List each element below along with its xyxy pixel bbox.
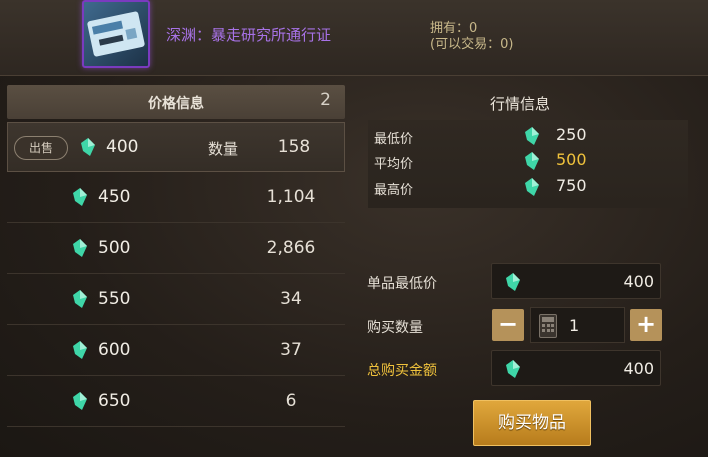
gem-icon xyxy=(73,290,87,308)
price-list-panel: 价格信息 2 出售 400 数量 158 450 1,104 500 2,866… xyxy=(0,80,352,457)
listing-qty: 2,866 xyxy=(266,238,316,258)
min-price-label: 最低价 xyxy=(374,132,414,147)
avg-price-label: 平均价 xyxy=(374,157,414,172)
avg-price-value: 500 xyxy=(556,150,587,169)
gem-icon xyxy=(81,138,95,156)
listing-row[interactable]: 650 6 xyxy=(7,377,345,427)
pass-card-icon xyxy=(82,0,150,68)
quantity-value: 1 xyxy=(569,316,580,335)
listing-price: 550 xyxy=(98,289,131,309)
gem-icon xyxy=(525,127,539,145)
sell-button[interactable]: 出售 xyxy=(14,136,68,160)
buy-item-button[interactable]: 购买物品 xyxy=(473,400,591,446)
listing-qty: 6 xyxy=(285,391,297,411)
auction-window: 深渊：暴走研究所通行证 拥有：0 (可以交易：0) 价格信息 2 出售 400 … xyxy=(0,0,708,457)
unit-price-value: 400 xyxy=(623,272,654,291)
listing-price: 500 xyxy=(98,238,131,258)
listing-price: 600 xyxy=(98,340,131,360)
listing-qty: 37 xyxy=(280,340,302,360)
min-price-value: 250 xyxy=(556,125,587,144)
listing-row[interactable]: 出售 400 数量 158 xyxy=(7,122,345,172)
listing-row[interactable]: 450 1,104 xyxy=(7,173,345,223)
listing-qty: 158 xyxy=(277,137,311,157)
market-info-title: 行情信息 xyxy=(489,95,550,113)
gem-icon xyxy=(73,392,87,410)
increase-qty-button[interactable]: + xyxy=(630,309,662,341)
gem-icon xyxy=(525,178,539,196)
listing-price: 450 xyxy=(98,187,131,207)
max-price-row: 最高价 750 xyxy=(374,176,674,198)
unit-price-field: 400 xyxy=(491,263,661,299)
total-price-field: 400 xyxy=(491,350,661,386)
market-panel: 行情信息 最低价 250 平均价 500 最高价 750 单品最低价 400 购… xyxy=(352,80,708,457)
price-list-header: 价格信息 2 xyxy=(7,85,345,119)
calculator-icon[interactable] xyxy=(539,314,557,338)
price-list-title: 价格信息 xyxy=(148,96,204,112)
buy-qty-label: 购买数量 xyxy=(367,320,423,336)
listing-row[interactable]: 600 37 xyxy=(7,326,345,376)
max-price-label: 最高价 xyxy=(374,183,414,198)
quantity-label: 数量 xyxy=(208,140,239,158)
total-price-label: 总购买金额 xyxy=(367,363,437,379)
max-price-value: 750 xyxy=(556,176,587,195)
page-number: 2 xyxy=(320,90,331,110)
gem-icon xyxy=(506,273,520,291)
quantity-input[interactable]: 1 xyxy=(530,307,625,343)
avg-price-row: 平均价 500 xyxy=(374,150,674,172)
listing-row[interactable]: 500 2,866 xyxy=(7,224,345,274)
unit-price-label: 单品最低价 xyxy=(367,276,437,292)
gem-icon xyxy=(73,239,87,257)
gem-icon xyxy=(73,188,87,206)
listing-qty: 1,104 xyxy=(266,187,316,207)
gem-icon xyxy=(73,341,87,359)
listing-price: 650 xyxy=(98,391,131,411)
total-price-value: 400 xyxy=(623,359,654,378)
listing-qty: 34 xyxy=(280,289,302,309)
gem-icon xyxy=(525,152,539,170)
gem-icon xyxy=(506,360,520,378)
min-price-row: 最低价 250 xyxy=(374,125,674,147)
listing-price: 400 xyxy=(106,137,139,157)
item-name: 深渊：暴走研究所通行证 xyxy=(166,26,332,44)
listing-row[interactable]: 550 34 xyxy=(7,275,345,325)
market-stats: 最低价 250 平均价 500 最高价 750 xyxy=(368,120,688,208)
item-header: 深渊：暴走研究所通行证 拥有：0 (可以交易：0) xyxy=(0,0,708,76)
decrease-qty-button[interactable]: − xyxy=(492,309,524,341)
tradable-count: (可以交易：0) xyxy=(430,37,514,52)
